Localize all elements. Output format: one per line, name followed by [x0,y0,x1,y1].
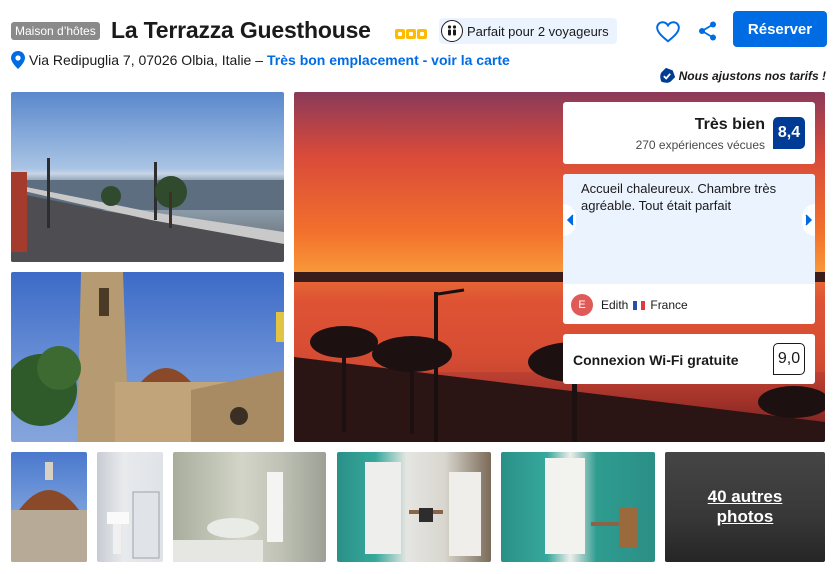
more-photos-overlay[interactable]: 40 autres photos [665,452,825,562]
facility-card[interactable]: Connexion Wi-Fi gratuite 9,0 [563,334,815,384]
france-flag-icon [633,300,646,310]
share-icon[interactable] [697,20,719,42]
harbor-promenade-image [11,158,284,262]
rating-score-badge: 8,4 [773,117,805,149]
property-header: Maison d’hôtes La Terrazza Guesthouse Pa… [11,11,828,50]
property-type-badge: Maison d’hôtes [11,22,100,40]
facility-label: Connexion Wi-Fi gratuite [573,352,739,368]
review-card: Accueil chaleureux. Chambre très agréabl… [563,174,815,324]
star-rating [395,29,427,39]
thumbnail-bathroom[interactable] [173,452,326,562]
facility-score: 9,0 [773,343,805,375]
address-row: Via Redipuglia 7, 07026 Olbia, Italie – … [11,50,510,70]
address-text: Via Redipuglia 7, 07026 Olbia, Italie – [29,52,264,68]
thumbnail-bedroom-teal[interactable] [337,452,491,562]
price-note: Nous ajustons nos tarifs ! [659,68,826,84]
star-icon [406,29,416,39]
dome-image [11,462,87,562]
thumbnail-dome[interactable] [11,452,87,562]
bathroom-sink-image [107,491,160,559]
review-quote: Accueil chaleureux. Chambre très agréabl… [563,174,815,284]
thumbnail-room-desk[interactable] [501,452,655,562]
star-icon [395,29,405,39]
photo-church-tower[interactable] [11,272,284,442]
badge-check-icon [659,68,675,83]
map-pin-icon [11,51,25,69]
next-review-button[interactable] [802,204,815,236]
reviewer-country: France [650,298,688,312]
bedroom-teal-image [365,462,481,556]
thumbnail-bathroom-sink[interactable] [97,452,163,562]
rating-label: Très bien [694,116,765,133]
price-note-text: Nous ajustons nos tarifs ! [678,69,826,83]
two-people-icon [441,20,463,42]
photo-harbor-promenade[interactable] [11,92,284,262]
more-photos-label[interactable]: 40 autres photos [695,487,795,527]
thumbnail-more-photos[interactable]: 40 autres photos [665,452,825,562]
heart-icon[interactable] [655,19,681,45]
reviewer: E Edith France [571,294,688,316]
star-icon [417,29,427,39]
rating-card[interactable]: Très bien 270 expériences vécues 8,4 [563,102,815,164]
travel-badge-label: Parfait pour 2 voyageurs [467,23,609,39]
property-title: La Terrazza Guesthouse [111,17,371,43]
room-desk-image [545,458,637,554]
map-link[interactable]: Très bon emplacement - voir la carte [267,52,510,68]
travel-badge[interactable]: Parfait pour 2 voyageurs [439,18,617,44]
reviewer-name: Edith [601,298,629,312]
reserve-button[interactable]: Réserver [733,11,827,47]
rating-count: 270 expériences vécues [635,138,765,152]
chevron-right-icon [804,214,812,226]
chevron-left-icon [566,214,574,226]
church-tower-image [11,272,284,442]
avatar: E [571,294,593,316]
bathroom-image [173,472,283,562]
